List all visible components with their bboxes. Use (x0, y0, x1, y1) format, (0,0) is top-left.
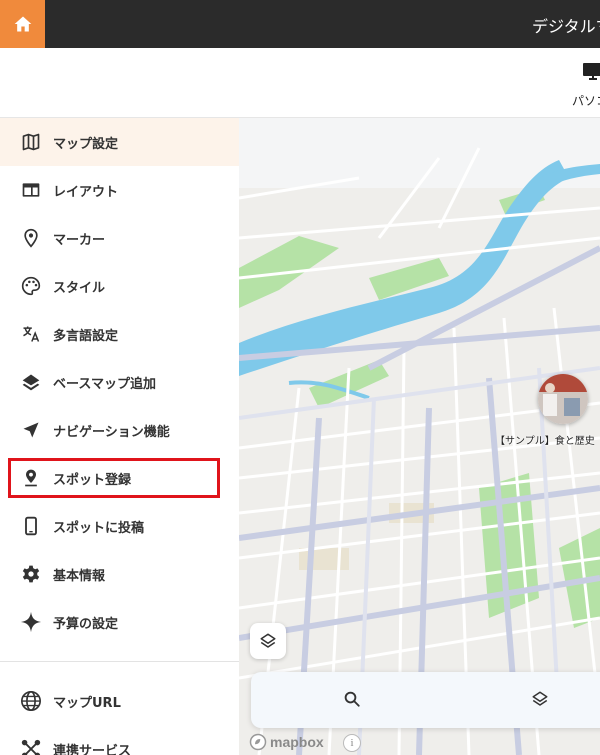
map-icon (19, 130, 43, 154)
sidebar-item-layout[interactable]: レイアウト (0, 166, 239, 214)
sidebar-item-marker[interactable]: マーカー (0, 214, 239, 262)
sidebar-item-navigation[interactable]: ナビゲーション機能 (0, 406, 239, 454)
mapbox-attribution[interactable]: mapbox (249, 733, 324, 751)
sidebar-divider (0, 661, 239, 662)
search-icon (344, 691, 360, 707)
connections-icon (19, 737, 43, 755)
sidebar-item-label: 多言語設定 (53, 328, 119, 344)
sidebar-item-map-settings[interactable]: マップ設定 (0, 118, 239, 166)
sidebar-item-label: ナビゲーション機能 (53, 424, 170, 440)
layers-button[interactable] (531, 690, 549, 712)
home-icon (14, 16, 31, 32)
app-title: デジタルマ (532, 17, 600, 36)
map-view[interactable]: 【サンプル】食と歴史 mapbox i (239, 118, 600, 755)
sidebar-item-label: ベースマップ追加 (53, 376, 156, 392)
layers-icon (532, 691, 548, 706)
header-bar: パソコ (0, 48, 600, 118)
map-bottom-toolbar (251, 672, 600, 728)
smartphone-icon (19, 514, 43, 538)
sidebar-item-linked-services[interactable]: 連携サービス (0, 725, 239, 755)
sidebar-item-map-url[interactable]: マップURL (0, 677, 239, 725)
mapbox-text: mapbox (270, 734, 324, 750)
sidebar-item-label: スポットに投稿 (53, 520, 145, 536)
sidebar-item-label: レイアウト (53, 184, 119, 200)
marker-icon (19, 226, 43, 250)
spot-thumbnail[interactable] (538, 374, 588, 424)
sidebar-item-label: スタイル (53, 280, 106, 296)
sidebar-item-label: マップURL (53, 695, 121, 711)
palette-icon (19, 274, 43, 298)
layer-toggle-button[interactable] (250, 623, 286, 659)
gear-icon (19, 562, 43, 586)
top-bar: デジタルマ (0, 0, 600, 48)
sidebar-item-basic-info[interactable]: 基本情報 (0, 550, 239, 598)
sidebar-item-style[interactable]: スタイル (0, 262, 239, 310)
sidebar-item-label: マップ設定 (53, 136, 119, 152)
layout-icon (19, 178, 43, 202)
sparkle-icon (19, 610, 43, 634)
home-button[interactable] (0, 0, 45, 48)
sidebar: マップ設定 レイアウト マーカー スタイル 多言語設定 ベースマップ追加 ナビゲ… (0, 118, 239, 755)
desktop-icon[interactable] (581, 60, 600, 88)
layers-icon (260, 633, 276, 648)
info-icon[interactable]: i (343, 734, 361, 752)
navigation-icon (19, 418, 43, 442)
sidebar-item-multilingual[interactable]: 多言語設定 (0, 310, 239, 358)
sidebar-item-label: 基本情報 (53, 568, 106, 584)
sidebar-item-post-to-spot[interactable]: スポットに投稿 (0, 502, 239, 550)
device-label: パソコ (572, 94, 600, 108)
translate-icon (19, 322, 43, 346)
spot-label[interactable]: 【サンプル】食と歴史 (495, 432, 595, 447)
sidebar-item-add-basemap[interactable]: ベースマップ追加 (0, 358, 239, 406)
mapbox-logo-icon (249, 733, 267, 751)
search-button[interactable] (343, 690, 361, 712)
spot-registration-highlight (8, 458, 220, 498)
globe-icon (19, 689, 43, 713)
sidebar-item-budget[interactable]: 予算の設定 (0, 598, 239, 646)
layers-icon (19, 370, 43, 394)
sidebar-item-label: 連携サービス (53, 743, 132, 755)
sidebar-item-label: マーカー (53, 232, 106, 248)
sidebar-item-label: 予算の設定 (53, 616, 119, 632)
